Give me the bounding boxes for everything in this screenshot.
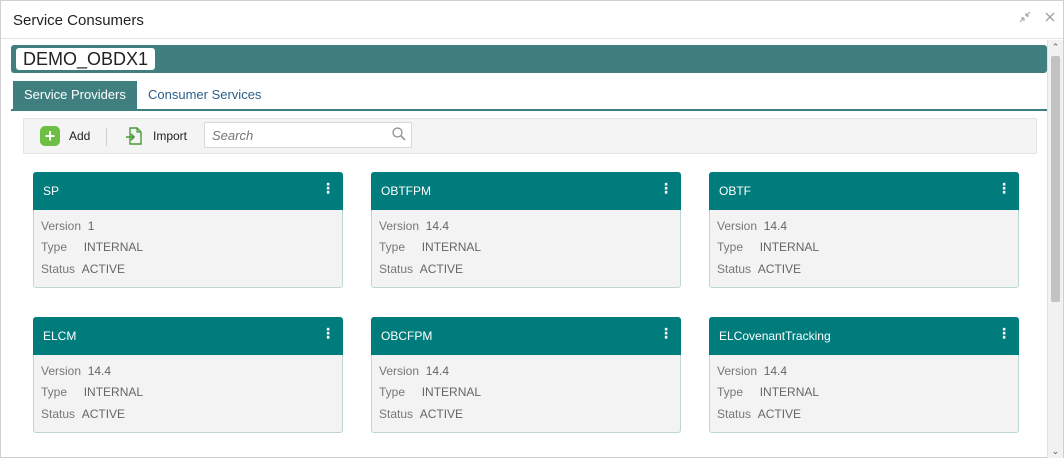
card-status-row: Status ACTIVE: [717, 407, 802, 421]
card-header: OBCFPM ⋮: [371, 317, 681, 355]
kebab-menu-icon[interactable]: ⋮: [659, 178, 673, 198]
add-button[interactable]: + Add: [40, 119, 90, 153]
card-type-row: Type INTERNAL: [41, 240, 144, 254]
scroll-up-icon[interactable]: ⌃: [1048, 40, 1063, 54]
kebab-menu-icon[interactable]: ⋮: [321, 323, 335, 343]
tab-consumer-services[interactable]: Consumer Services: [137, 81, 272, 109]
card-header: ELCovenantTracking ⋮: [709, 317, 1019, 355]
search-icon[interactable]: [391, 126, 407, 142]
card-header: OBTFPM ⋮: [371, 172, 681, 210]
card-status-row: Status ACTIVE: [41, 407, 126, 421]
card-header: SP ⋮: [33, 172, 343, 210]
kebab-menu-icon[interactable]: ⋮: [321, 178, 335, 198]
card-header: ELCM ⋮: [33, 317, 343, 355]
service-provider-card[interactable]: OBTF ⋮ Version 14.4 Type INTERNAL Status…: [709, 172, 1019, 288]
service-provider-card[interactable]: OBCFPM ⋮ Version 14.4 Type INTERNAL Stat…: [371, 317, 681, 433]
card-status-row: Status ACTIVE: [717, 262, 802, 276]
scroll-down-icon[interactable]: ⌄: [1048, 444, 1063, 458]
service-provider-card[interactable]: ELCM ⋮ Version 14.4 Type INTERNAL Status…: [33, 317, 343, 433]
toolbar-divider: [106, 128, 107, 146]
app-header-bar: DEMO_OBDX1: [11, 45, 1047, 73]
card-version-row: Version 14.4: [379, 219, 450, 233]
kebab-menu-icon[interactable]: ⋮: [997, 323, 1011, 343]
vertical-scrollbar[interactable]: ⌃ ⌄: [1047, 40, 1063, 458]
content-scroll-area: DEMO_OBDX1 Service Providers Consumer Se…: [1, 40, 1063, 458]
card-title: OBTF: [719, 184, 751, 198]
plus-icon: +: [40, 126, 60, 146]
toolbar: + Add Import: [23, 118, 1037, 154]
app-name-badge: DEMO_OBDX1: [16, 48, 156, 70]
import-button-label: Import: [153, 129, 188, 143]
import-icon: [124, 126, 144, 146]
service-provider-card[interactable]: SP ⋮ Version 1 Type INTERNAL Status ACTI…: [33, 172, 343, 288]
window-title: Service Consumers: [13, 12, 144, 29]
card-title: SP: [43, 184, 60, 198]
card-version-row: Version 14.4: [41, 364, 112, 378]
card-type-row: Type INTERNAL: [41, 385, 144, 399]
kebab-menu-icon[interactable]: ⋮: [659, 323, 673, 343]
kebab-menu-icon[interactable]: ⋮: [997, 178, 1011, 198]
collapse-arrows-icon[interactable]: [1016, 10, 1034, 28]
card-status-row: Status ACTIVE: [379, 407, 464, 421]
card-type-row: Type INTERNAL: [379, 385, 482, 399]
card-title: OBCFPM: [381, 329, 433, 343]
card-type-row: Type INTERNAL: [379, 240, 482, 254]
card-title: ELCM: [43, 329, 77, 343]
card-header: OBTF ⋮: [709, 172, 1019, 210]
card-type-row: Type INTERNAL: [717, 385, 820, 399]
card-status-row: Status ACTIVE: [41, 262, 126, 276]
import-button[interactable]: Import: [124, 119, 187, 153]
service-provider-card[interactable]: OBTFPM ⋮ Version 14.4 Type INTERNAL Stat…: [371, 172, 681, 288]
tab-service-providers[interactable]: Service Providers: [13, 81, 137, 109]
card-title: ELCovenantTracking: [719, 329, 831, 343]
add-button-label: Add: [69, 129, 91, 143]
card-status-row: Status ACTIVE: [379, 262, 464, 276]
close-icon[interactable]: [1041, 10, 1059, 28]
scrollbar-thumb[interactable]: [1051, 56, 1060, 302]
card-type-row: Type INTERNAL: [717, 240, 820, 254]
card-version-row: Version 14.4: [379, 364, 450, 378]
service-consumers-window: Service Consumers DEMO_OBDX1 Service Pro…: [0, 0, 1064, 458]
search-input[interactable]: [205, 123, 385, 147]
card-version-row: Version 14.4: [717, 219, 788, 233]
window-titlebar: Service Consumers: [1, 1, 1063, 39]
card-version-row: Version 14.4: [717, 364, 788, 378]
service-provider-card[interactable]: ELCovenantTracking ⋮ Version 14.4 Type I…: [709, 317, 1019, 433]
tab-strip: Service Providers Consumer Services: [11, 81, 1047, 111]
card-version-row: Version 1: [41, 219, 95, 233]
search-box: [204, 122, 412, 148]
card-title: OBTFPM: [381, 184, 431, 198]
